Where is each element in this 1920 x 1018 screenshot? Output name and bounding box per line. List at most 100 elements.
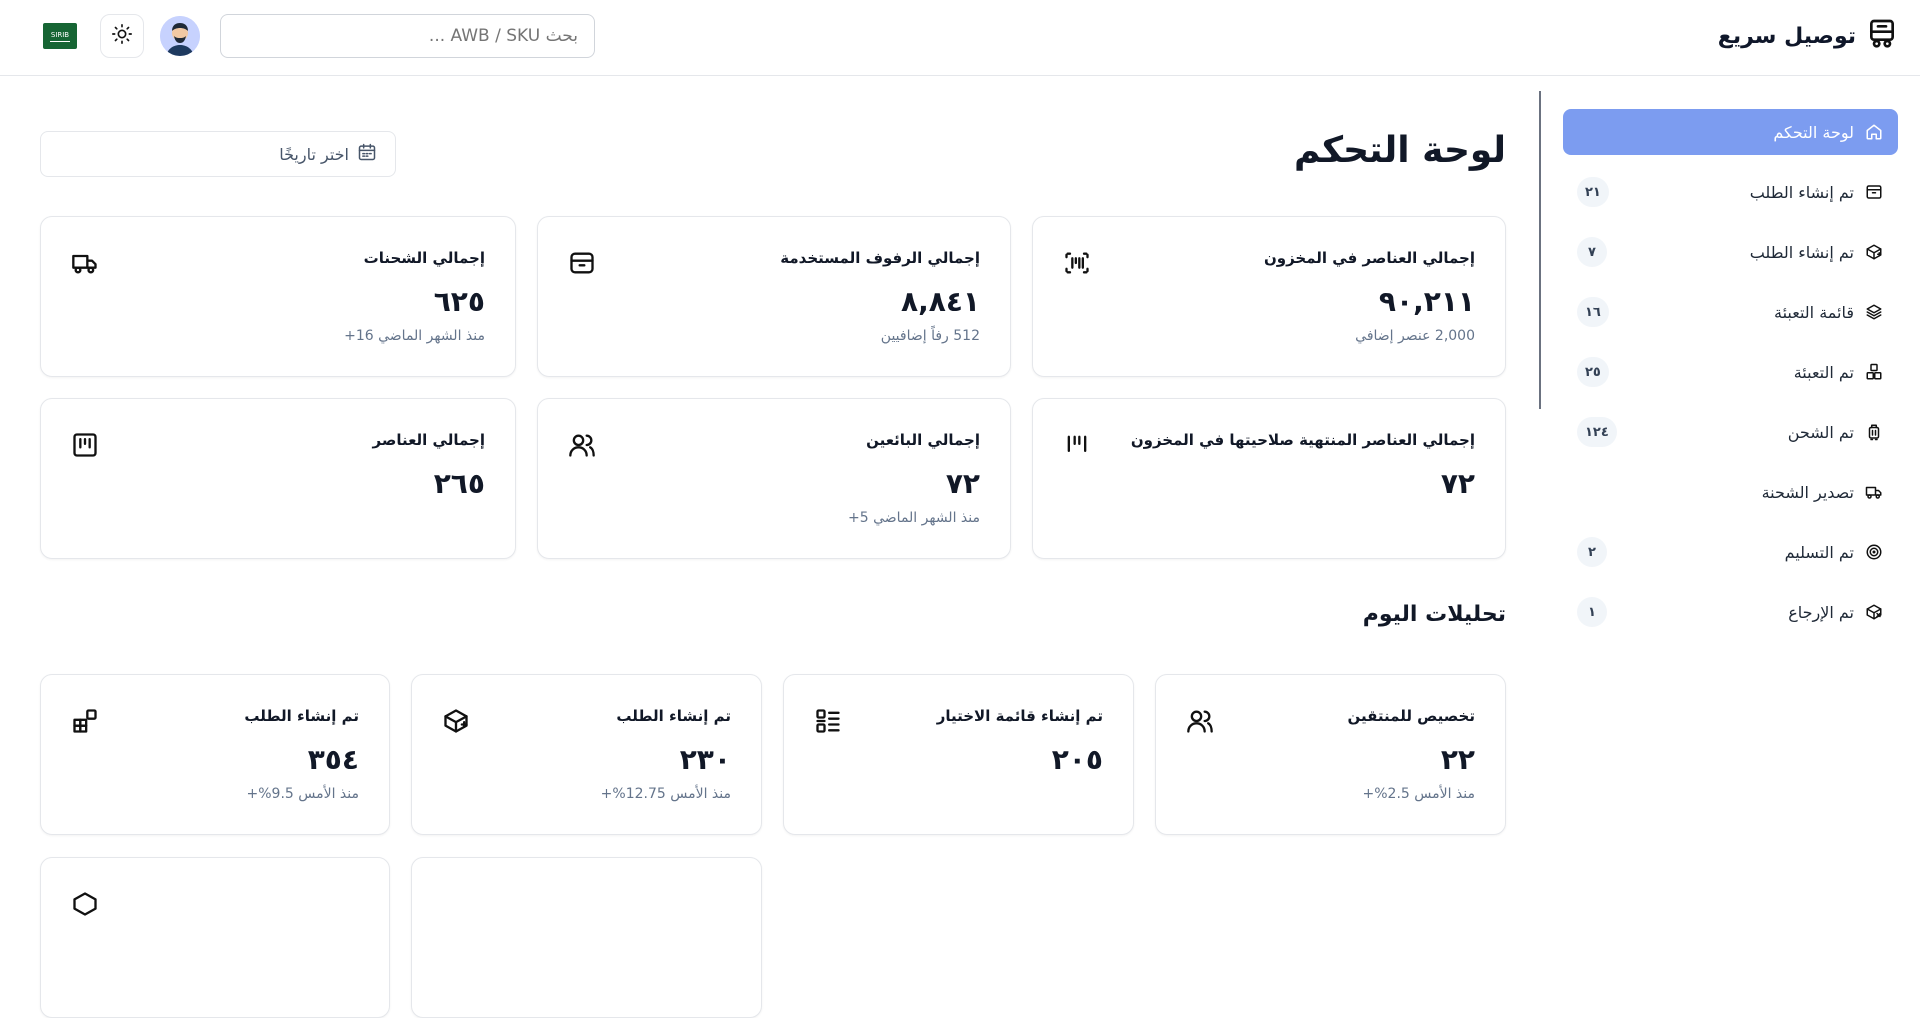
stat-title: إجمالي العناصر xyxy=(372,431,486,449)
sidebar-item-order-created-2[interactable]: تم إنشاء الطلب ٧ xyxy=(1563,229,1898,275)
main-content: لوحة التحكم اختر تاريخًا إجمالي العناصر … xyxy=(40,77,1506,1018)
sidebar-item-label: تم التسليم xyxy=(1784,542,1854,562)
analytics-card-order-created: تم إنشاء الطلب ٢٣٠ منذ الأمس 12.75%+ xyxy=(411,674,762,835)
users-icon xyxy=(1186,707,1214,735)
stat-subtext: منذ الأمس 2.5%+ xyxy=(1362,786,1475,802)
sun-icon xyxy=(111,23,133,49)
sidebar-item-label: تم إنشاء الطلب xyxy=(1749,182,1854,202)
stat-subtext: منذ الشهر الماضي 5+ xyxy=(848,510,980,526)
stat-title: إجمالي البائعين xyxy=(866,431,980,449)
stat-value: ٧٢ xyxy=(945,467,980,500)
stat-title: إجمالي العناصر المنتهية صلاحيتها في المخ… xyxy=(1130,431,1475,449)
avatar[interactable] xyxy=(160,16,200,56)
sidebar-item-dashboard[interactable]: لوحة التحكم xyxy=(1563,109,1898,155)
layers-box-icon xyxy=(1864,302,1884,322)
flag-text: SIRIB xyxy=(50,30,70,39)
count-badge: ٢١ xyxy=(1577,177,1609,207)
stat-card-total-items: إجمالي العناصر ٢٦٥ xyxy=(40,398,516,559)
stat-value: ٨,٨٤١ xyxy=(901,285,980,318)
sidebar-item-label: قائمة التعبئة xyxy=(1774,302,1854,322)
users-icon xyxy=(568,431,596,459)
calendar-icon xyxy=(357,142,377,166)
stat-value: ٩٠,٢١١ xyxy=(1378,285,1475,318)
sidebar-item-export-shipment[interactable]: تصدير الشحنة xyxy=(1563,469,1898,515)
boxes-icon xyxy=(1864,362,1884,382)
target-icon xyxy=(1864,542,1884,562)
archive-box-icon xyxy=(568,249,596,277)
brand-name: توصيل سريع xyxy=(1717,23,1856,49)
flag-sword-icon xyxy=(50,40,70,42)
stat-subtext: 512 رفاً إضافيين xyxy=(880,328,980,344)
home-icon xyxy=(1864,122,1884,142)
stat-value: ٢٦٥ xyxy=(433,467,485,500)
sidebar-item-packed[interactable]: تم التعبئة ٢٥ xyxy=(1563,349,1898,395)
stat-value: ٣٥٤ xyxy=(307,743,359,776)
count-badge: ٢٥ xyxy=(1577,357,1609,387)
analytics-section-title: تحليلات اليوم xyxy=(1362,602,1506,627)
analytics-card-partial-2 xyxy=(411,857,762,1018)
stat-subtext: 2,000 عنصر إضافي xyxy=(1355,328,1475,344)
stat-title: إجمالي العناصر في المخزون xyxy=(1263,249,1475,267)
truck-icon xyxy=(1864,482,1884,502)
stat-subtext: منذ الشهر الماضي 16+ xyxy=(344,328,485,344)
analytics-card-order-created-2: تم إنشاء الطلب ٣٥٤ منذ الأمس 9.5%+ xyxy=(40,674,390,835)
stat-subtext: منذ الأمس 12.75%+ xyxy=(600,786,731,802)
stat-title: تم إنشاء الطلب xyxy=(616,707,731,725)
luggage-icon xyxy=(1864,422,1884,442)
analytics-card-picklist-created: تم إنشاء قائمة الاختيار ٢٠٥ xyxy=(783,674,1134,835)
count-badge: ١ xyxy=(1577,597,1607,627)
barcode-box-icon xyxy=(71,431,99,459)
count-badge: ١٢٤ xyxy=(1577,417,1617,447)
stat-title: إجمالي الشحنات xyxy=(363,249,485,267)
scan-barcode-icon xyxy=(1063,249,1091,277)
top-bar: توصيل سريع SIRIB xyxy=(0,0,1920,76)
count-badge: ٢ xyxy=(1577,537,1607,567)
list-checks-icon xyxy=(814,707,842,735)
brand-logo-icon xyxy=(1866,17,1898,55)
sidebar-item-shipped[interactable]: تم الشحن ١٢٤ xyxy=(1563,409,1898,455)
page-title: لوحة التحكم xyxy=(1293,130,1506,171)
package-plus-icon xyxy=(1864,242,1884,262)
search-input[interactable] xyxy=(220,14,595,58)
sidebar-item-returned[interactable]: تم الإرجاع ١ xyxy=(1563,589,1898,635)
stat-title: تم إنشاء الطلب xyxy=(244,707,359,725)
stat-value: ٦٢٥ xyxy=(433,285,485,318)
sidebar-item-packing-list[interactable]: قائمة التعبئة ١٦ xyxy=(1563,289,1898,335)
truck-icon xyxy=(71,249,99,277)
stat-card-shelves-used: إجمالي الرفوف المستخدمة ٨,٨٤١ 512 رفاً إ… xyxy=(537,216,1011,377)
sidebar-item-label: لوحة التحكم xyxy=(1773,122,1854,142)
count-badge: ٧ xyxy=(1577,237,1607,267)
box-icon xyxy=(1864,182,1884,202)
sidebar-item-order-created[interactable]: تم إنشاء الطلب ٢١ xyxy=(1563,169,1898,215)
blocks-icon xyxy=(71,707,99,735)
date-picker-label: اختر تاريخًا xyxy=(279,144,349,164)
theme-toggle-button[interactable] xyxy=(100,14,144,58)
count-badge: ١٦ xyxy=(1577,297,1609,327)
stat-card-shipments: إجمالي الشحنات ٦٢٥ منذ الشهر الماضي 16+ xyxy=(40,216,516,377)
analytics-card-partial-1 xyxy=(40,857,390,1018)
stat-subtext: منذ الأمس 9.5%+ xyxy=(246,786,359,802)
sidebar-item-label: تصدير الشحنة xyxy=(1761,482,1854,502)
stat-value: ٢٠٥ xyxy=(1051,743,1103,776)
stat-card-sellers: إجمالي البائعين ٧٢ منذ الشهر الماضي 5+ xyxy=(537,398,1011,559)
barcode-icon xyxy=(1063,431,1091,459)
stat-value: ٧٢ xyxy=(1440,467,1475,500)
stat-value: ٢٣٠ xyxy=(679,743,731,776)
brand[interactable]: توصيل سريع xyxy=(1718,18,1898,54)
date-picker[interactable]: اختر تاريخًا xyxy=(40,131,396,177)
stat-title: إجمالي الرفوف المستخدمة xyxy=(780,249,980,267)
package-plus-icon xyxy=(442,707,470,735)
sidebar-item-label: تم التعبئة xyxy=(1793,362,1854,382)
package-icon xyxy=(71,890,99,918)
stat-card-expired-items: إجمالي العناصر المنتهية صلاحيتها في المخ… xyxy=(1032,398,1506,559)
sidebar-item-label: تم إنشاء الطلب xyxy=(1749,242,1854,262)
sidebar-item-delivered[interactable]: تم التسليم ٢ xyxy=(1563,529,1898,575)
language-flag-button[interactable]: SIRIB xyxy=(43,23,77,49)
stat-title: تم إنشاء قائمة الاختيار xyxy=(936,707,1103,725)
stat-card-inventory-items: إجمالي العناصر في المخزون ٩٠,٢١١ 2,000 ع… xyxy=(1032,216,1506,377)
sidebar-item-label: تم الإرجاع xyxy=(1788,602,1854,622)
package-x-icon xyxy=(1864,602,1884,622)
stat-value: ٢٢ xyxy=(1440,743,1475,776)
sidebar: لوحة التحكم تم إنشاء الطلب ٢١ تم إنشاء ا… xyxy=(1540,77,1920,892)
analytics-card-picker-assignment: تخصيص للمنتقين ٢٢ منذ الأمس 2.5%+ xyxy=(1155,674,1506,835)
